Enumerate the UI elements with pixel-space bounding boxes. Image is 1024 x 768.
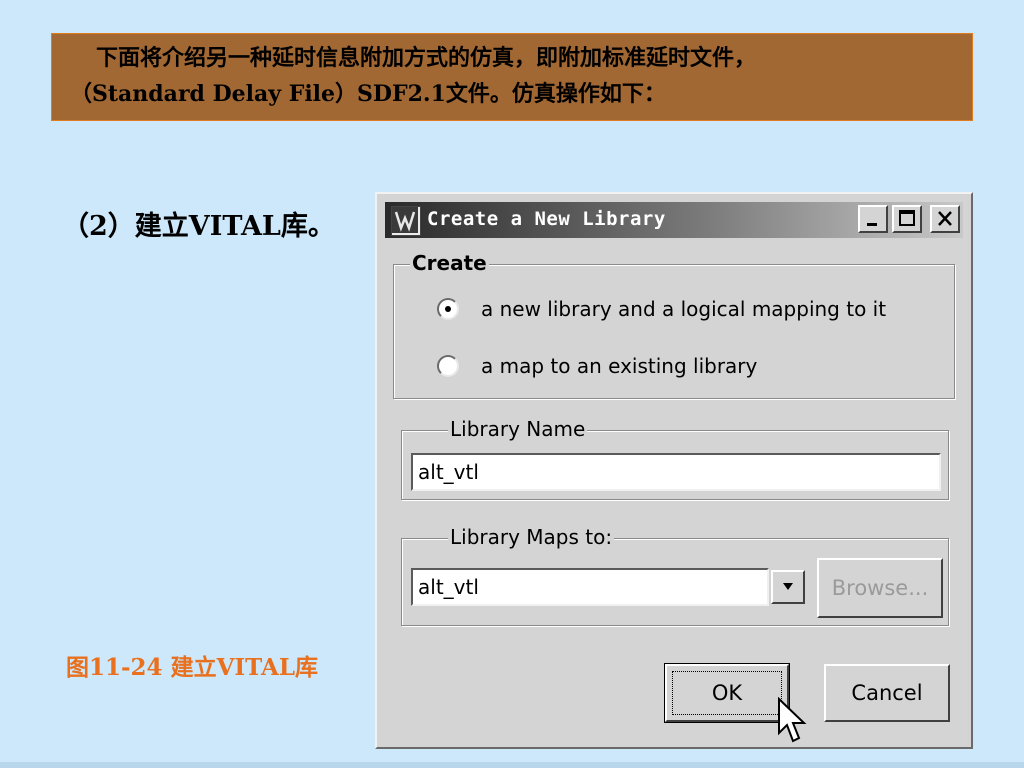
cancel-button[interactable]: Cancel — [824, 664, 950, 722]
bottom-rule — [0, 762, 1024, 768]
radio-new-library[interactable]: a new library and a logical mapping to i… — [437, 294, 886, 324]
radio-map-existing[interactable]: a map to an existing library — [437, 351, 757, 381]
radio-checked-icon[interactable] — [437, 298, 459, 320]
radio-map-existing-label: a map to an existing library — [481, 354, 758, 378]
radio-unchecked-icon[interactable] — [437, 355, 459, 377]
radio-new-library-label: a new library and a logical mapping to i… — [481, 297, 887, 321]
library-name-input[interactable]: alt_vtl — [411, 453, 941, 491]
create-library-dialog: Create a New Library Create a new librar… — [375, 192, 973, 749]
maximize-icon — [899, 210, 915, 226]
intro-line-1: 下面将介绍另一种延时信息附加方式的仿真，即附加标准延时文件， — [96, 45, 757, 71]
maximize-button[interactable] — [892, 205, 922, 233]
app-icon — [391, 206, 421, 236]
library-name-legend: Library Name — [448, 417, 588, 441]
library-maps-combo[interactable]: alt_vtl — [411, 568, 769, 606]
focus-rect — [672, 671, 782, 715]
dialog-title: Create a New Library — [427, 208, 666, 230]
browse-button[interactable]: Browse... — [817, 558, 943, 618]
maps-dropdown-button[interactable] — [771, 570, 805, 604]
create-legend: Create — [410, 251, 489, 275]
intro-line-2: （Standard Delay File）SDF2.1文件。仿真操作如下： — [70, 81, 666, 107]
mouse-pointer-icon — [778, 697, 807, 743]
close-icon — [938, 211, 952, 226]
minimize-button[interactable] — [858, 205, 888, 233]
dialog-titlebar[interactable]: Create a New Library — [385, 202, 963, 238]
intro-banner: 下面将介绍另一种延时信息附加方式的仿真，即附加标准延时文件， （Standard… — [51, 33, 973, 121]
step-heading: （2）建立VITAL库。 — [62, 211, 335, 242]
ok-button[interactable]: OK — [664, 663, 790, 723]
dropdown-arrow-icon — [783, 583, 793, 590]
minimize-icon — [867, 223, 877, 226]
close-button[interactable] — [930, 205, 960, 233]
figure-caption: 图11-24 建立VITAL库 — [66, 654, 319, 681]
library-maps-legend: Library Maps to: — [448, 525, 615, 549]
